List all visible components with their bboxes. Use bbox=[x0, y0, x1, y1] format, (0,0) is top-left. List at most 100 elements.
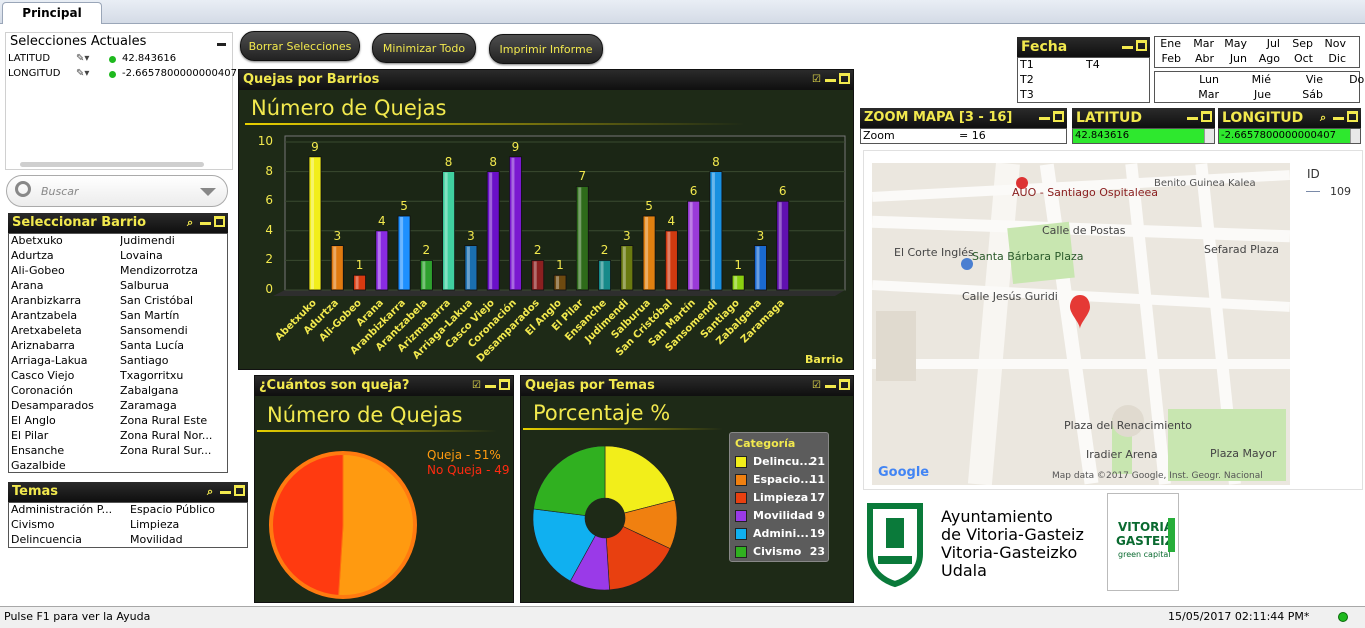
search-input[interactable]: Buscar bbox=[41, 185, 79, 198]
minimize-icon[interactable] bbox=[217, 43, 226, 46]
eraser-icon[interactable]: ✎▾ bbox=[76, 53, 89, 64]
tab-principal[interactable]: Principal bbox=[2, 2, 102, 24]
barrio-list-item[interactable]: Zona Rural Este bbox=[120, 414, 225, 427]
month-item[interactable]: Ago bbox=[1248, 52, 1280, 65]
barrio-list-item[interactable]: Desamparados bbox=[11, 399, 116, 412]
barrio-list-item[interactable]: Zona Rural Sur... bbox=[120, 444, 225, 457]
weekday-item[interactable]: Mié bbox=[1231, 73, 1271, 86]
print-report-button[interactable]: Imprimir Informe bbox=[489, 34, 603, 64]
barrio-list-item[interactable]: Sansomendi bbox=[120, 324, 225, 337]
search-box[interactable]: Buscar bbox=[6, 175, 228, 207]
weekday-item[interactable]: Sáb bbox=[1283, 88, 1323, 101]
search-icon[interactable]: ⌕ bbox=[187, 213, 198, 229]
month-item[interactable]: Dic bbox=[1314, 52, 1346, 65]
month-item[interactable]: Mar bbox=[1182, 37, 1214, 50]
minimize-icon[interactable] bbox=[220, 485, 231, 494]
temas-list-item[interactable]: Delincuencia bbox=[11, 533, 126, 546]
barrio-list-item[interactable]: Coronación bbox=[11, 384, 116, 397]
fecha-list-item[interactable]: T4 bbox=[1086, 58, 1148, 71]
search-icon[interactable]: ⌕ bbox=[1320, 108, 1331, 124]
barrio-list-item[interactable]: Gazalbide bbox=[11, 459, 116, 472]
month-item[interactable]: May bbox=[1215, 37, 1247, 50]
scroll-icon[interactable] bbox=[1350, 129, 1360, 143]
weekday-item[interactable]: Dom bbox=[1335, 73, 1365, 86]
maximize-icon[interactable] bbox=[214, 216, 225, 227]
barrio-list-item[interactable]: Santa Lucía bbox=[120, 339, 225, 352]
fecha-list-item[interactable]: T3 bbox=[1020, 88, 1082, 101]
minimize-icon[interactable] bbox=[1333, 111, 1344, 120]
barrio-list-item[interactable]: Mendizorrotza bbox=[120, 264, 225, 277]
month-item[interactable]: Nov bbox=[1314, 37, 1346, 50]
y-tick-label: 0 bbox=[265, 282, 273, 296]
barrio-list-item[interactable]: Casco Viejo bbox=[11, 369, 116, 382]
y-tick-label: 2 bbox=[265, 252, 273, 267]
barrio-list-item[interactable]: Adurtza bbox=[11, 249, 116, 262]
temas-list-item[interactable]: Administración P... bbox=[11, 503, 126, 516]
temas-list-item[interactable]: Movilidad bbox=[130, 533, 245, 546]
temas-legend: Categoría Delincu... 21 Espacio... 11 Limpie… bbox=[729, 432, 829, 562]
barrio-list-item[interactable]: Zaramaga bbox=[120, 399, 225, 412]
barrio-list-item[interactable]: Zabalgana bbox=[120, 384, 225, 397]
barrio-list-item[interactable]: Arantzabela bbox=[11, 309, 116, 322]
barrio-list-item[interactable]: Salburua bbox=[120, 279, 225, 292]
fecha-list-item[interactable]: T1 bbox=[1020, 58, 1082, 71]
barrio-list-item[interactable]: Santiago bbox=[120, 354, 225, 367]
search-icon[interactable]: ⌕ bbox=[207, 482, 218, 498]
barrio-list-item[interactable]: Ariznabarra bbox=[11, 339, 116, 352]
barrio-list-item[interactable]: Arriaga-Lakua bbox=[11, 354, 116, 367]
google-map[interactable] bbox=[872, 163, 1290, 485]
barrio-list-item[interactable]: Arana bbox=[11, 279, 116, 292]
weekday-item[interactable]: Mar bbox=[1179, 88, 1219, 101]
barrio-list-item[interactable]: Judimendi bbox=[120, 234, 225, 247]
maximize-icon[interactable] bbox=[234, 485, 245, 496]
eraser-icon[interactable]: ✎▾ bbox=[76, 68, 89, 79]
minimize-icon[interactable] bbox=[1039, 111, 1050, 120]
month-item[interactable]: Oct bbox=[1281, 52, 1313, 65]
maximize-icon[interactable] bbox=[1136, 40, 1147, 51]
minimize-all-button[interactable]: Minimizar Todo bbox=[372, 33, 476, 63]
maximize-icon[interactable] bbox=[1347, 111, 1358, 122]
horizontal-scrollbar[interactable] bbox=[20, 162, 204, 167]
temas-list-item[interactable]: Limpieza bbox=[130, 518, 245, 531]
latitud-field[interactable]: 42.843616 bbox=[1072, 128, 1215, 144]
weekday-item[interactable]: Lun bbox=[1179, 73, 1219, 86]
zoom-panel: ZOOM MAPA [3 - 16] Zoom = 16 bbox=[860, 108, 1067, 144]
barrio-list-item[interactable]: Zona Rural Nor... bbox=[120, 429, 225, 442]
month-item[interactable]: Sep bbox=[1281, 37, 1313, 50]
bar bbox=[553, 274, 567, 291]
barrio-list-item[interactable]: Ensanche bbox=[11, 444, 116, 457]
temas-list-item[interactable]: Espacio Público bbox=[130, 503, 245, 516]
weekday-item[interactable]: Vie bbox=[1283, 73, 1323, 86]
minimize-icon[interactable] bbox=[200, 216, 211, 225]
chevron-down-icon[interactable] bbox=[200, 188, 216, 196]
zoom-value[interactable]: = 16 bbox=[959, 129, 986, 142]
barrio-list-item[interactable]: Aranbizkarra bbox=[11, 294, 116, 307]
barrio-list-item[interactable]: San Cristóbal bbox=[120, 294, 225, 307]
bar-highlight bbox=[600, 261, 604, 289]
barrio-list-item[interactable]: Txagorritxu bbox=[120, 369, 225, 382]
fecha-list-item[interactable]: T2 bbox=[1020, 73, 1082, 86]
temas-list-item[interactable]: Civismo bbox=[11, 518, 126, 531]
month-item[interactable]: Jul bbox=[1248, 37, 1280, 50]
minimize-icon[interactable] bbox=[1122, 40, 1133, 49]
minimize-icon[interactable] bbox=[1187, 111, 1198, 120]
barrio-list-item[interactable]: El Anglo bbox=[11, 414, 116, 427]
barrio-list-item[interactable]: Aretxabeleta bbox=[11, 324, 116, 337]
scroll-icon[interactable] bbox=[1204, 129, 1214, 143]
weekday-item[interactable]: Jue bbox=[1231, 88, 1271, 101]
clear-selections-button[interactable]: Borrar Selecciones bbox=[240, 31, 360, 61]
barrio-list-item[interactable]: San Martín bbox=[120, 309, 225, 322]
barrio-list-item[interactable]: Ali-Gobeo bbox=[11, 264, 116, 277]
month-item[interactable]: Ene bbox=[1149, 37, 1181, 50]
month-item[interactable]: Jun bbox=[1215, 52, 1247, 65]
barrio-list-item[interactable]: El Pilar bbox=[11, 429, 116, 442]
maximize-icon[interactable] bbox=[1201, 111, 1212, 122]
barrio-list-item[interactable]: Abetxuko bbox=[11, 234, 116, 247]
longitud-field[interactable]: -2.6657800000000407 bbox=[1218, 128, 1361, 144]
map-label: Benito Guinea Kalea bbox=[1154, 178, 1256, 189]
month-item[interactable]: Abr bbox=[1182, 52, 1214, 65]
maximize-icon[interactable] bbox=[1053, 111, 1064, 122]
map-legend-value: 109 bbox=[1330, 185, 1351, 198]
month-item[interactable]: Feb bbox=[1149, 52, 1181, 65]
barrio-list-item[interactable]: Lovaina bbox=[120, 249, 225, 262]
